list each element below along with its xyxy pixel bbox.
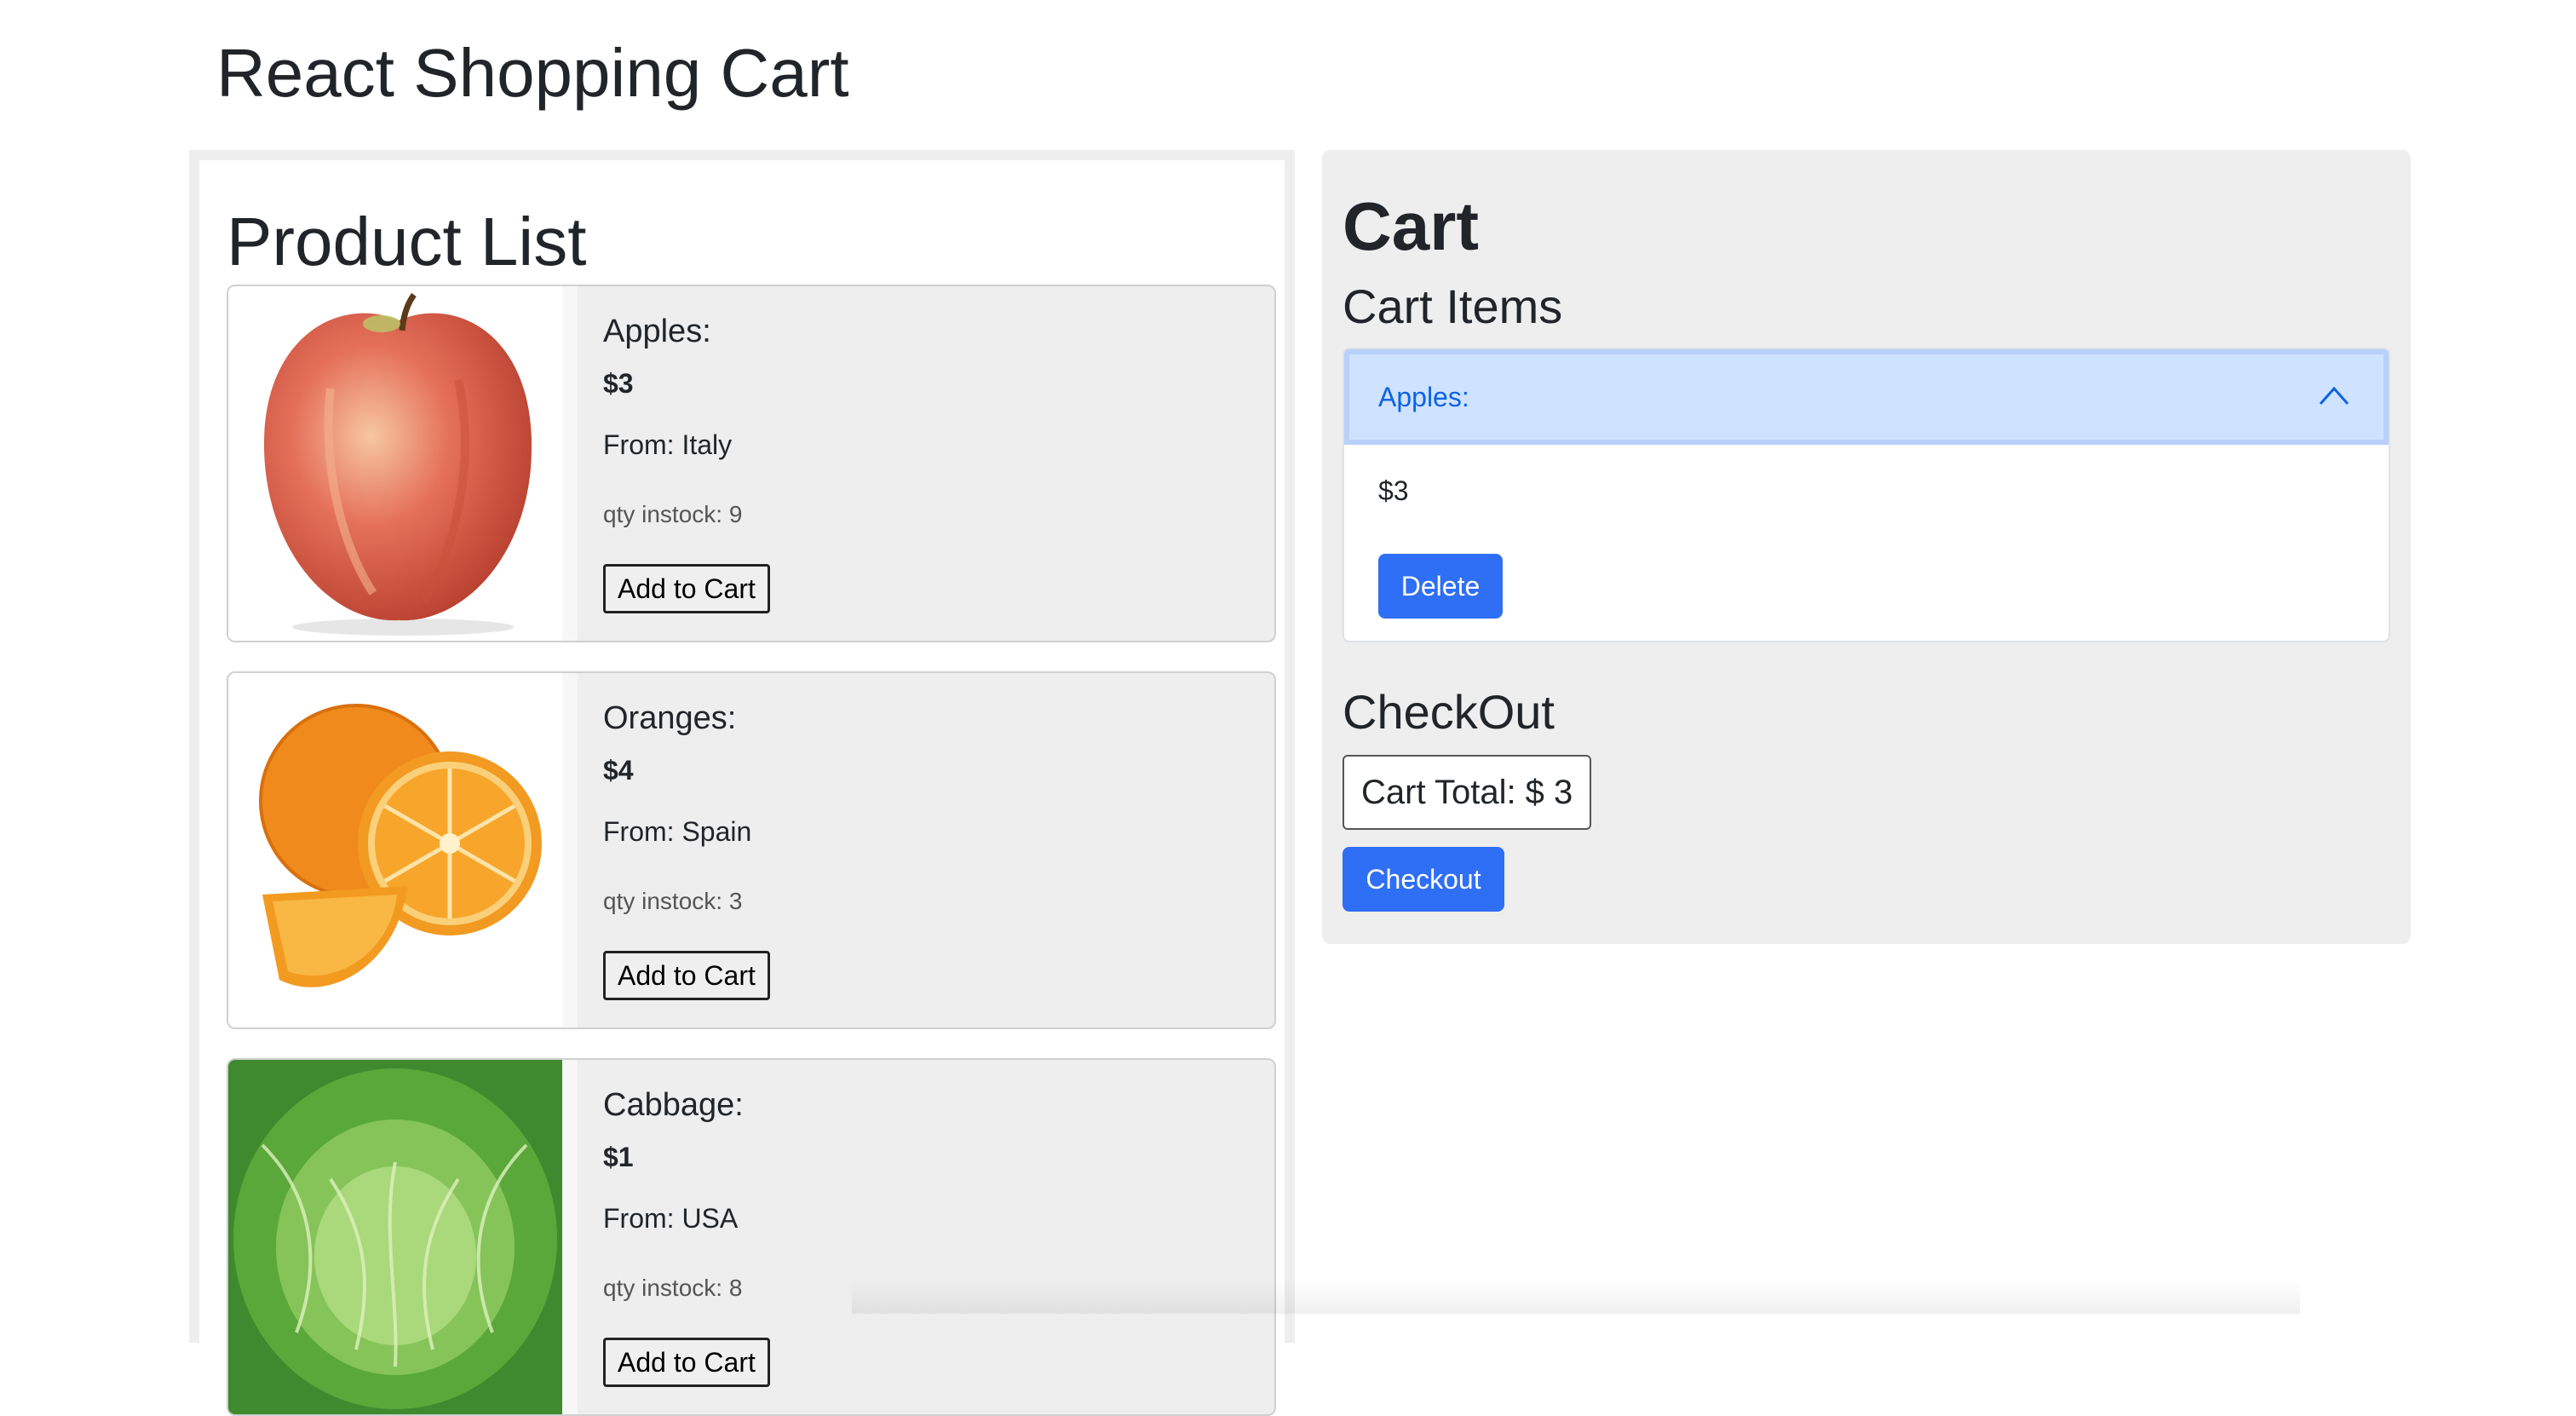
product-card-oranges: Oranges: $4 From: Spain qty instock: 3 A…	[227, 671, 1276, 1029]
product-price: $1	[603, 1142, 634, 1172]
delete-button[interactable]: Delete	[1378, 554, 1503, 619]
product-card-cabbage: Cabbage: $1 From: USA qty instock: 8 Add…	[227, 1058, 1276, 1416]
product-card-apples: Apples: $3 From: Italy qty instock: 9 Ad…	[227, 285, 1276, 642]
checkout-heading: CheckOut	[1343, 685, 1555, 739]
product-list-heading: Product List	[227, 204, 587, 279]
add-to-cart-button[interactable]: Add to Cart	[603, 951, 770, 1000]
apple-image	[228, 286, 578, 641]
cart-items-heading: Cart Items	[1343, 279, 1563, 333]
product-origin: From: USA	[603, 1203, 739, 1234]
product-name: Apples:	[603, 314, 711, 349]
orange-image	[228, 673, 578, 1027]
product-price: $4	[603, 755, 634, 786]
cart-item-name: Apples:	[1378, 382, 1469, 412]
chevron-up-icon	[2319, 386, 2349, 405]
product-stock: qty instock: 8	[603, 1275, 743, 1301]
product-name: Oranges:	[603, 700, 737, 736]
product-name: Cabbage:	[603, 1087, 744, 1123]
checkout-button[interactable]: Checkout	[1343, 847, 1504, 912]
cart-panel: Cart Cart Items Apples: $3 Delete CheckO…	[1322, 150, 2411, 944]
cabbage-image	[228, 1060, 578, 1414]
product-stock: qty instock: 3	[603, 888, 743, 914]
cart-total: Cart Total: $ 3	[1343, 755, 1592, 830]
cart-item-price: $3	[1378, 475, 1409, 506]
app-title: React Shopping Cart	[216, 35, 849, 111]
add-to-cart-button[interactable]: Add to Cart	[603, 1338, 770, 1387]
product-list-panel: Product List Apples: $3 From: Italy qty …	[189, 150, 1295, 1416]
product-price: $3	[603, 368, 634, 399]
cart-item-accordion: Apples: $3 Delete	[1343, 348, 2390, 642]
cart-heading: Cart	[1343, 188, 1480, 264]
product-stock: qty instock: 9	[603, 501, 743, 527]
product-origin: From: Spain	[603, 816, 752, 847]
add-to-cart-button[interactable]: Add to Cart	[603, 564, 770, 613]
cart-item-accordion-header[interactable]: Apples:	[1344, 349, 2389, 445]
product-origin: From: Italy	[603, 429, 733, 460]
